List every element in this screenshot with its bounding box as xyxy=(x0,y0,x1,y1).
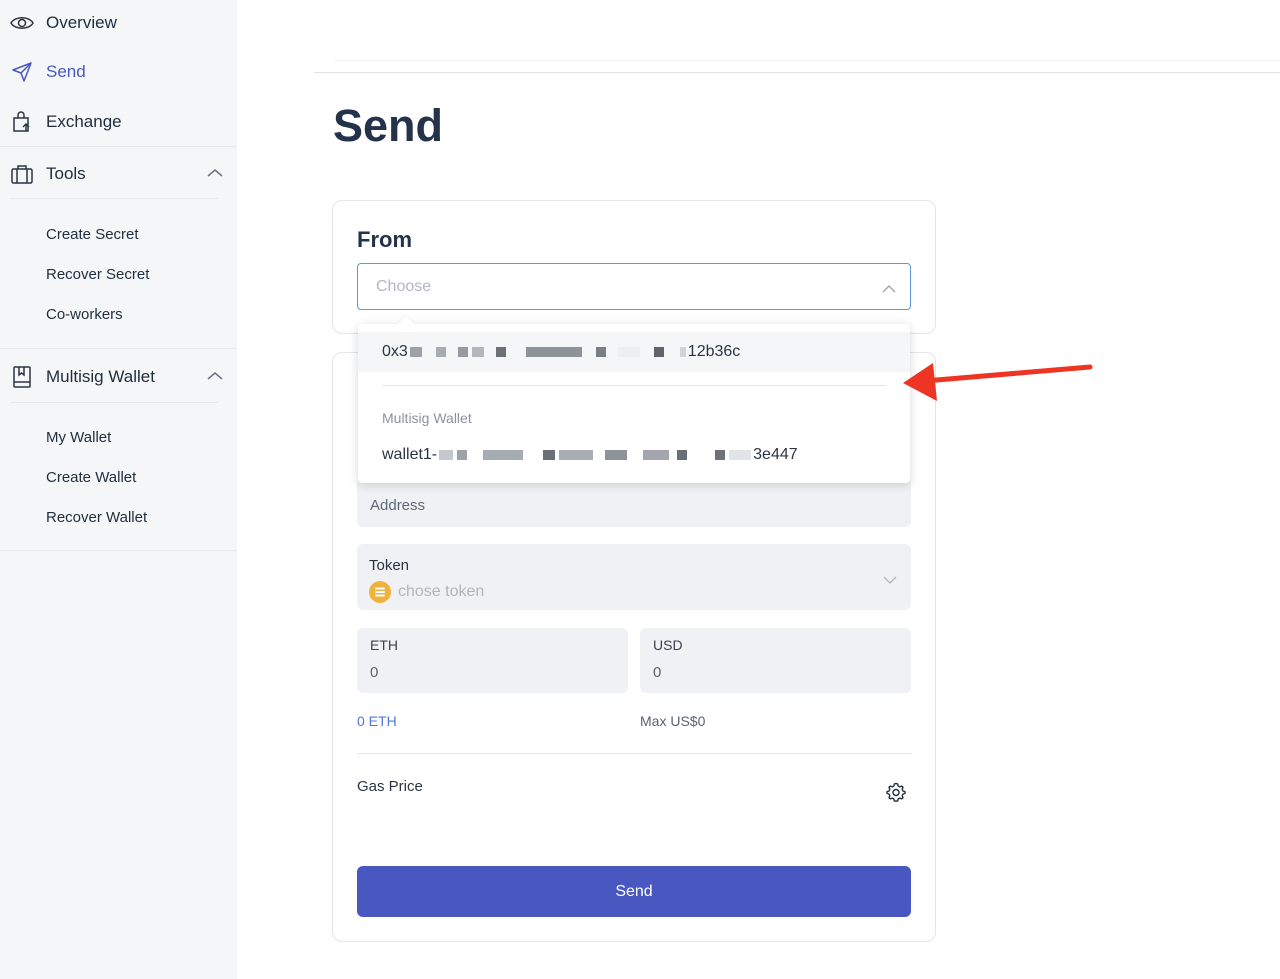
nav-recover-secret[interactable]: Recover Secret xyxy=(46,266,149,283)
nav-overview-label: Overview xyxy=(46,13,117,32)
nav-create-wallet[interactable]: Create Wallet xyxy=(46,469,136,486)
dropdown-option-account[interactable]: 0x3 12b36c xyxy=(358,332,910,372)
from-title: From xyxy=(357,227,412,252)
from-select-placeholder: Choose xyxy=(376,278,432,295)
book-icon xyxy=(10,365,34,389)
max-usd-text: Max US$0 xyxy=(640,713,706,729)
eth-value: 0 xyxy=(370,664,379,681)
toolbox-icon xyxy=(10,162,34,186)
address-placeholder: Address xyxy=(370,497,426,514)
eye-icon xyxy=(10,11,34,35)
usd-amount-input[interactable]: USD 0 xyxy=(640,628,911,693)
gear-icon[interactable] xyxy=(886,782,906,807)
divider xyxy=(0,550,237,551)
from-select[interactable]: Choose xyxy=(357,263,911,310)
nav-tools-label: Tools xyxy=(46,164,86,183)
eth-amount-input[interactable]: ETH 0 xyxy=(357,628,628,693)
dropdown-divider xyxy=(382,385,886,386)
divider xyxy=(357,753,911,754)
usd-label: USD xyxy=(653,637,683,653)
nav-send[interactable]: Send xyxy=(10,57,86,87)
nav-exchange[interactable]: Exchange xyxy=(10,107,122,137)
header-divider xyxy=(314,72,1280,73)
nav-create-secret[interactable]: Create Secret xyxy=(46,226,139,243)
from-dropdown-menu: 0x3 12b36c Multisig Wallet wallet1- 3e447 xyxy=(358,315,910,483)
send-button[interactable]: Send xyxy=(357,866,911,917)
nav-co-workers[interactable]: Co-workers xyxy=(46,306,123,323)
address-field[interactable]: Address xyxy=(357,477,911,527)
usd-value: 0 xyxy=(653,664,662,681)
annotation-arrow-icon xyxy=(895,355,1095,410)
wallet-address-suffix: 3e447 xyxy=(753,446,798,463)
token-coin-icon xyxy=(369,581,391,608)
divider xyxy=(10,198,218,199)
chevron-up-icon xyxy=(882,280,896,298)
chevron-down-icon xyxy=(883,572,897,590)
nav-group-multisig[interactable]: Multisig Wallet xyxy=(10,362,223,392)
wallet-address-prefix: wallet1- xyxy=(382,446,438,463)
nav-multisig-label: Multisig Wallet xyxy=(46,367,155,386)
token-label: Token xyxy=(369,557,410,574)
dropdown-group-label: Multisig Wallet xyxy=(382,410,472,426)
gas-price-label: Gas Price xyxy=(357,778,423,795)
eth-balance-link[interactable]: 0 ETH xyxy=(357,713,397,729)
header-divider xyxy=(334,60,1280,61)
token-placeholder: chose token xyxy=(398,583,485,600)
token-select[interactable]: Token chose token xyxy=(357,544,911,610)
nav-send-label: Send xyxy=(46,62,86,81)
nav-overview[interactable]: Overview xyxy=(10,8,117,38)
wallet-address: wallet1- 3e447 xyxy=(382,446,798,464)
divider xyxy=(10,402,218,403)
account-address: 0x3 12b36c xyxy=(382,343,740,361)
nav-my-wallet[interactable]: My Wallet xyxy=(46,429,111,446)
shopping-bag-icon xyxy=(10,110,34,134)
divider xyxy=(0,348,237,349)
nav-recover-wallet[interactable]: Recover Wallet xyxy=(46,509,147,526)
account-address-prefix: 0x3 xyxy=(382,343,408,360)
nav-group-tools[interactable]: Tools xyxy=(10,159,223,189)
divider xyxy=(0,146,237,147)
account-address-suffix: 12b36c xyxy=(687,343,741,360)
nav-exchange-label: Exchange xyxy=(46,112,122,131)
send-icon xyxy=(10,60,34,84)
chevron-up-icon xyxy=(207,165,223,183)
eth-label: ETH xyxy=(370,637,398,653)
sidebar: Overview Send Exchange Tools Create Secr… xyxy=(0,0,237,979)
dropdown-option-wallet[interactable]: wallet1- 3e447 xyxy=(358,438,910,474)
page-title: Send xyxy=(333,100,444,151)
chevron-up-icon xyxy=(207,368,223,386)
